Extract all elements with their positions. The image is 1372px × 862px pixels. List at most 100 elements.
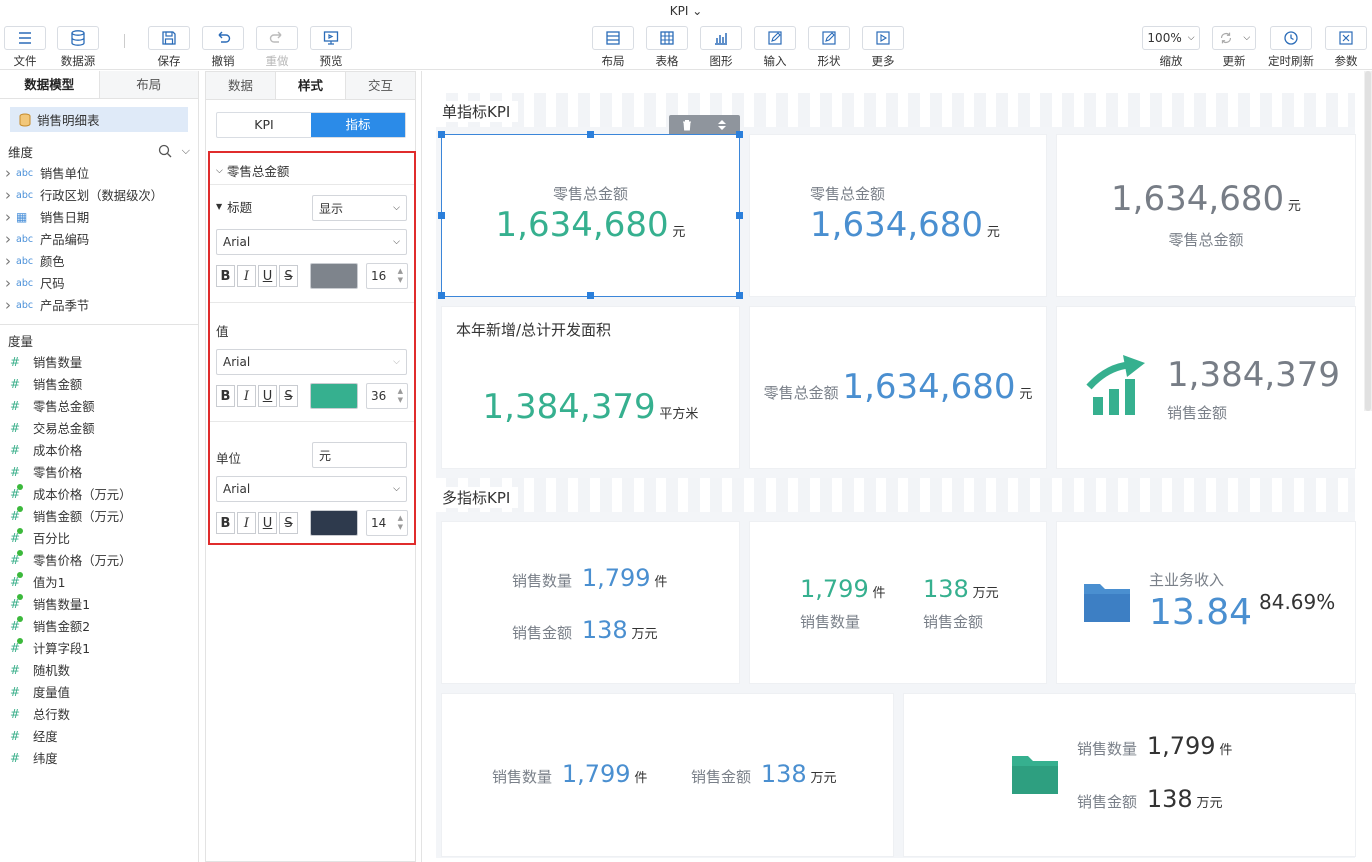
measure-item[interactable]: # 交易总金额 — [0, 417, 198, 439]
measure-item[interactable]: # 零售价格 — [0, 461, 198, 483]
multi-kpi-card[interactable]: 销售数量 1,799 件 销售金额 138 万元 — [442, 694, 893, 856]
input-button[interactable]: 输入 — [754, 26, 796, 69]
measure-item[interactable]: # 度量值 — [0, 681, 198, 703]
resize-handle[interactable] — [438, 131, 445, 138]
kpi-card[interactable]: 零售总金额 1,634,680 元 — [750, 135, 1046, 296]
measure-item[interactable]: # 百分比 — [0, 527, 198, 549]
measure-item[interactable]: # 纬度 — [0, 747, 198, 769]
unit-input[interactable]: 元 — [312, 442, 407, 468]
params-button[interactable]: 参数 — [1325, 26, 1367, 69]
window-title[interactable]: KPI ⌄ — [0, 0, 1372, 22]
timed-refresh-button[interactable]: 定时刷新 — [1268, 26, 1314, 69]
tab-style[interactable]: 样式 — [275, 72, 346, 99]
kpi-card[interactable]: 本年新增/总计开发面积 1,384,379 平方米 — [442, 307, 739, 468]
title-size-stepper[interactable]: 16 ▲ ▼ — [366, 263, 408, 289]
dimension-item[interactable]: › abc 产品编码 — [0, 228, 198, 250]
value-size-stepper[interactable]: 36 ▲ ▼ — [366, 383, 408, 409]
chevron-right-icon[interactable]: › — [0, 230, 16, 248]
layout-button[interactable]: 布局 — [592, 26, 634, 69]
dimension-item[interactable]: › abc 尺码 — [0, 272, 198, 294]
tab-data[interactable]: 数据 — [206, 72, 275, 99]
measure-item[interactable]: # 零售总金额 — [0, 395, 198, 417]
underline-button[interactable]: U — [258, 512, 277, 534]
kpi-card[interactable]: 1,634,680 元 零售总金额 — [1057, 135, 1355, 296]
measure-item[interactable]: # 销售数量1 — [0, 593, 198, 615]
measure-item[interactable]: # 成本价格（万元） — [0, 483, 198, 505]
dataset-item[interactable]: 销售明细表 — [10, 107, 188, 132]
chevron-right-icon[interactable]: › — [0, 274, 16, 292]
undo-button[interactable]: 撤销 — [202, 26, 244, 69]
multi-kpi-card[interactable]: 1,799 件 销售数量 138 万元 销售金额 — [750, 522, 1046, 683]
chevron-right-icon[interactable]: › — [0, 296, 16, 314]
chevron-right-icon[interactable]: › — [0, 252, 16, 270]
kpi-card[interactable]: 零售总金额 1,634,680 元 — [750, 307, 1046, 468]
datasource-button[interactable]: 数据源 — [57, 26, 99, 69]
bold-button[interactable]: B — [216, 265, 235, 287]
resize-handle[interactable] — [438, 292, 445, 299]
preview-button[interactable]: 预览 — [310, 26, 352, 69]
kpi-card[interactable]: 1,384,379 销售金额 — [1057, 307, 1355, 468]
search-icon[interactable] — [158, 144, 172, 158]
measure-item[interactable]: # 销售金额 — [0, 373, 198, 395]
measure-item[interactable]: # 总行数 — [0, 703, 198, 725]
seg-kpi[interactable]: KPI — [217, 113, 311, 137]
value-font-select[interactable]: Arial ⌵ — [216, 349, 407, 375]
canvas-scrollbar[interactable] — [1364, 71, 1372, 411]
group-header[interactable]: ⌵ 零售总金额 — [216, 161, 289, 180]
measure-item[interactable]: # 零售价格（万元） — [0, 549, 198, 571]
dimension-item[interactable]: › ▦ 销售日期 — [0, 206, 198, 228]
multi-kpi-card[interactable]: 销售数量 1,799 件 销售金额 138 万元 — [442, 522, 739, 683]
measure-item[interactable]: # 计算字段1 — [0, 637, 198, 659]
table-button[interactable]: 表格 — [646, 26, 688, 69]
unit-size-stepper[interactable]: 14 ▲ ▼ — [366, 510, 408, 536]
bold-button[interactable]: B — [216, 512, 235, 534]
underline-button[interactable]: U — [258, 265, 277, 287]
unit-color-swatch[interactable] — [310, 510, 358, 536]
dimension-item[interactable]: › abc 行政区划（数据级次） — [0, 184, 198, 206]
swap-icon[interactable] — [716, 119, 728, 131]
title-visibility-select[interactable]: 显示 ⌵ — [312, 195, 407, 221]
resize-handle[interactable] — [736, 212, 743, 219]
italic-button[interactable]: I — [237, 512, 256, 534]
resize-handle[interactable] — [587, 292, 594, 299]
multi-kpi-card[interactable]: 主业务收入 13.84 84.69% — [1057, 522, 1355, 683]
unit-font-select[interactable]: Arial ⌵ — [216, 476, 407, 502]
chevron-right-icon[interactable]: › — [0, 186, 16, 204]
measure-item[interactable]: # 销售金额2 — [0, 615, 198, 637]
tab-layout[interactable]: 布局 — [99, 71, 198, 98]
trash-icon[interactable] — [681, 119, 693, 131]
file-button[interactable]: 文件 — [4, 26, 46, 69]
chevron-down-icon[interactable]: ⌵ — [182, 144, 190, 158]
measure-item[interactable]: # 销售金额（万元） — [0, 505, 198, 527]
tab-data-model[interactable]: 数据模型 — [0, 71, 100, 98]
shape-button[interactable]: 形状 — [808, 26, 850, 69]
measure-item[interactable]: # 随机数 — [0, 659, 198, 681]
title-font-select[interactable]: Arial ⌵ — [216, 229, 407, 255]
underline-button[interactable]: U — [258, 385, 277, 407]
strike-button[interactable]: S — [279, 512, 298, 534]
title-color-swatch[interactable] — [310, 263, 358, 289]
kpi-card-selected[interactable]: 零售总金额 1,634,680 元 — [442, 135, 739, 296]
dimension-item[interactable]: › abc 销售单位 — [0, 162, 198, 184]
seg-indicator[interactable]: 指标 — [311, 113, 405, 137]
measure-item[interactable]: # 销售数量 — [0, 351, 198, 373]
measure-item[interactable]: # 成本价格 — [0, 439, 198, 461]
more-button[interactable]: 更多 — [862, 26, 904, 69]
value-color-swatch[interactable] — [310, 383, 358, 409]
resize-handle[interactable] — [438, 212, 445, 219]
redo-button[interactable]: 重做 — [256, 26, 298, 69]
strike-button[interactable]: S — [279, 265, 298, 287]
zoom-control[interactable]: 100% ⌵ 缩放 — [1142, 26, 1200, 69]
resize-handle[interactable] — [736, 131, 743, 138]
measure-item[interactable]: # 值为1 — [0, 571, 198, 593]
dimension-item[interactable]: › abc 颜色 — [0, 250, 198, 272]
bold-button[interactable]: B — [216, 385, 235, 407]
save-button[interactable]: 保存 — [148, 26, 190, 69]
italic-button[interactable]: I — [237, 265, 256, 287]
refresh-button[interactable]: ⌵ 更新 — [1212, 26, 1256, 69]
chevron-right-icon[interactable]: › — [0, 208, 16, 226]
italic-button[interactable]: I — [237, 385, 256, 407]
strike-button[interactable]: S — [279, 385, 298, 407]
measure-item[interactable]: # 经度 — [0, 725, 198, 747]
resize-handle[interactable] — [736, 292, 743, 299]
